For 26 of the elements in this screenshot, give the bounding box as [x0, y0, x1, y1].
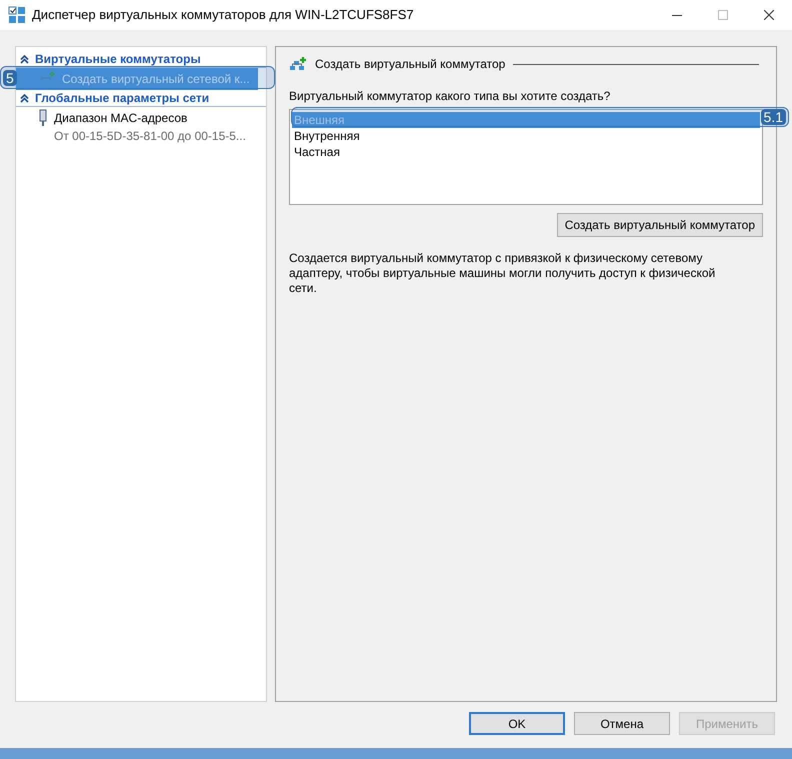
dialog-button[interactable]: OK: [469, 712, 565, 735]
question-label: Виртуальный коммутатор какого типа вы хотите создать?: [289, 88, 612, 105]
switch-type-list[interactable]: Внешняя Внутренняя Частная: [289, 109, 763, 205]
callout-number: 5: [3, 70, 17, 86]
minimize-icon: [672, 14, 682, 16]
list-option[interactable]: Внутренняя: [292, 128, 760, 144]
app-window-icon: [8, 6, 26, 24]
close-icon: [764, 10, 774, 20]
description-text: Создается виртуальный коммутатор с привязкой к физическому сетевому адаптеру, чтобы виртуальные машины могли получить доступ к физической сети.: [289, 251, 716, 296]
section-header: Глобальные параметры сети: [35, 90, 210, 107]
maximize-icon: [718, 10, 728, 20]
adapter-icon: [38, 109, 48, 127]
collapse-icon[interactable]: [20, 54, 29, 64]
item-label: Диапазон MAC-адресов: [54, 110, 188, 127]
item-sublabel: От 00-15-5D-35-81-00 до 00-15-5...: [54, 128, 246, 145]
window-title: Диспетчер виртуальных коммутаторов для WIN-L2TCUFS8FS7: [32, 6, 414, 24]
list-option[interactable]: Частная: [292, 144, 760, 160]
sidebar-item[interactable]: Диапазон MAC-адресов От 00-15-5D-35-81-00 до 00-15-5...: [16, 107, 258, 147]
group-title: Создать виртуальный коммутатор: [315, 56, 506, 73]
collapse-icon[interactable]: [20, 94, 29, 102]
dialog-button[interactable]: Отмена: [574, 712, 670, 735]
item-label: Создать виртуальный сетевой к...: [62, 71, 250, 88]
create-switch-button[interactable]: Создать виртуальный коммутатор: [556, 213, 763, 237]
callout-number: 5.1: [760, 109, 786, 125]
network-plus-icon: [289, 56, 307, 72]
section-header: Виртуальные коммутаторы: [35, 51, 201, 68]
